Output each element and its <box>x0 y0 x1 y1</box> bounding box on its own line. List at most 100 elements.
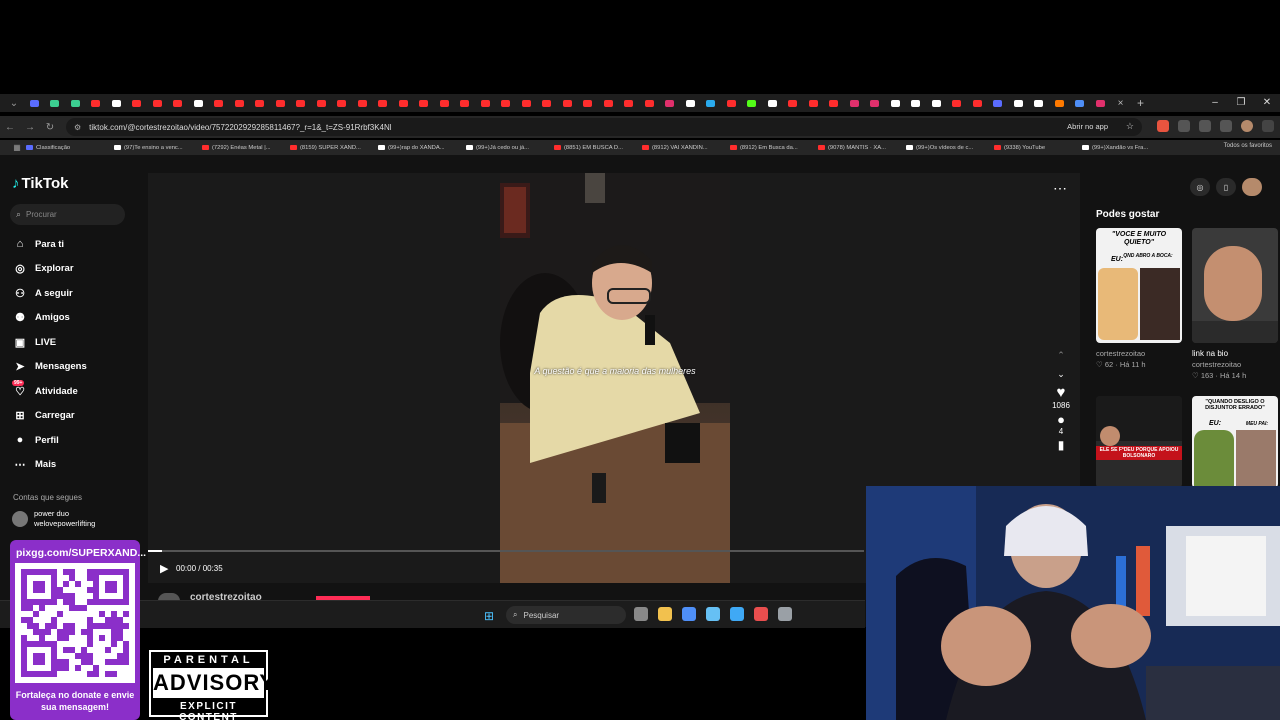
taskbar-app-icon[interactable] <box>754 607 768 621</box>
browser-tab[interactable] <box>496 94 517 112</box>
site-info-icon[interactable]: ⚙ <box>74 123 81 132</box>
browser-tab[interactable] <box>455 94 476 112</box>
new-tab-button[interactable]: + <box>1131 96 1151 110</box>
taskbar-app-icon[interactable] <box>658 607 672 621</box>
browser-tab[interactable] <box>86 94 107 112</box>
user-avatar[interactable] <box>1242 178 1262 196</box>
device-icon[interactable]: ▯ <box>1216 178 1236 196</box>
browser-tab[interactable] <box>393 94 414 112</box>
next-video-icon[interactable]: ⌄ <box>1048 369 1074 380</box>
extension-icon[interactable] <box>1157 120 1169 132</box>
video-frame[interactable] <box>500 173 730 583</box>
sidebar-item-mensagens[interactable]: ➤ Mensagens <box>12 355 140 380</box>
browser-tab[interactable] <box>1049 94 1070 112</box>
browser-tab[interactable] <box>598 94 619 112</box>
sidebar-item-live[interactable]: ▣ LIVE <box>12 330 140 355</box>
browser-tab[interactable] <box>906 94 927 112</box>
bookmark-star-icon[interactable]: ☆ <box>1126 121 1134 132</box>
search-input[interactable]: ⌕ Procurar <box>10 204 125 225</box>
play-icon[interactable]: ▶ <box>160 562 168 575</box>
browser-tab[interactable] <box>660 94 681 112</box>
reload-button[interactable]: ↻ <box>40 122 60 133</box>
browser-tab[interactable] <box>865 94 886 112</box>
tiktok-logo[interactable]: ♪ TikTok <box>12 175 68 192</box>
bookmark-item[interactable]: (99+)Os vídeos de c... <box>906 145 992 151</box>
browser-tab[interactable] <box>557 94 578 112</box>
bookmark-item[interactable]: (8912) Em Busca da... <box>730 145 816 151</box>
browser-tab[interactable] <box>168 94 189 112</box>
browser-tab[interactable] <box>680 94 701 112</box>
browser-tab[interactable] <box>147 94 168 112</box>
browser-tab[interactable] <box>106 94 127 112</box>
browser-tab[interactable] <box>475 94 496 112</box>
browser-tab[interactable] <box>352 94 373 112</box>
browser-tab[interactable] <box>967 94 988 112</box>
browser-tab[interactable] <box>291 94 312 112</box>
forward-button[interactable]: → <box>20 122 40 133</box>
bookmark-item[interactable]: (9078) MANTIS · XA... <box>818 145 904 151</box>
recommendation-thumbnail[interactable]: "QUANDO DESLIGO O DISJUNTOR ERRADO" EU: … <box>1192 396 1278 488</box>
browser-tab[interactable] <box>65 94 86 112</box>
browser-tab[interactable] <box>721 94 742 112</box>
apps-grid-icon[interactable]: ▦ <box>10 143 24 152</box>
browser-tab[interactable] <box>639 94 660 112</box>
browser-tab[interactable] <box>434 94 455 112</box>
browser-tab[interactable] <box>988 94 1009 112</box>
browser-tab[interactable] <box>229 94 250 112</box>
browser-tab[interactable] <box>311 94 332 112</box>
minimize-button[interactable]: – <box>1202 94 1228 112</box>
browser-tab[interactable] <box>24 94 45 112</box>
browser-tab[interactable] <box>762 94 783 112</box>
url-text[interactable]: tiktok.com/@cortestrezoitao/video/757220… <box>89 123 391 132</box>
close-window-button[interactable]: ✕ <box>1254 94 1280 112</box>
browser-tab[interactable] <box>250 94 271 112</box>
browser-tab[interactable] <box>885 94 906 112</box>
sidebar-item-para-ti[interactable]: ⌂ Para ti <box>12 232 140 257</box>
browser-tab[interactable] <box>516 94 537 112</box>
browser-tab[interactable] <box>783 94 804 112</box>
browser-tab[interactable] <box>844 94 865 112</box>
browser-menu-icon[interactable] <box>1262 120 1274 132</box>
browser-tab[interactable] <box>742 94 763 112</box>
browser-tab[interactable] <box>414 94 435 112</box>
close-tab-button[interactable]: × <box>1111 98 1131 109</box>
browser-tab[interactable] <box>803 94 824 112</box>
taskbar-app-icon[interactable] <box>682 607 696 621</box>
bookmark-item[interactable]: (8159) SUPER XAND... <box>290 145 376 151</box>
bookmark-icon[interactable]: ▮ <box>1048 438 1074 452</box>
start-windows-icon[interactable]: ⊞ <box>484 609 494 623</box>
browser-tab[interactable] <box>926 94 947 112</box>
downloads-icon[interactable] <box>1220 120 1232 132</box>
open-app-button[interactable]: Abrir no app <box>1067 122 1108 131</box>
address-bar[interactable]: ⚙ tiktok.com/@cortestrezoitao/video/7572… <box>66 118 1142 136</box>
sidebar-item-carregar[interactable]: ⊞ Carregar <box>12 404 140 429</box>
taskbar-app-icon[interactable] <box>778 607 792 621</box>
bookmark-item[interactable]: (99+)Xandão vs Fra... <box>1082 145 1168 151</box>
video-progress-track[interactable] <box>148 550 864 552</box>
maximize-button[interactable]: ❐ <box>1228 94 1254 112</box>
browser-tab[interactable] <box>619 94 640 112</box>
browser-tab[interactable] <box>701 94 722 112</box>
extensions-puzzle-icon[interactable] <box>1178 120 1190 132</box>
browser-tab[interactable] <box>332 94 353 112</box>
taskbar-search[interactable]: ⌕ Pesquisar <box>506 606 626 624</box>
browser-tab[interactable] <box>1008 94 1029 112</box>
browser-tab[interactable] <box>947 94 968 112</box>
browser-tab[interactable] <box>127 94 148 112</box>
profile-avatar[interactable] <box>1241 120 1253 132</box>
more-options-icon[interactable]: ⋯ <box>1053 180 1067 197</box>
sidebar-item-mais[interactable]: ⋯ Mais <box>12 453 140 478</box>
taskbar-app-icon[interactable] <box>706 607 720 621</box>
coins-icon[interactable]: ◎ <box>1190 178 1210 196</box>
browser-tab[interactable] <box>373 94 394 112</box>
browser-tab[interactable] <box>1029 94 1050 112</box>
browser-tab[interactable] <box>209 94 230 112</box>
bookmark-item[interactable]: (9338) YouTube <box>994 145 1080 151</box>
tab-list-button[interactable]: ⌄ <box>4 98 24 109</box>
following-item[interactable]: power duo welovepowerlifting <box>12 509 95 529</box>
bookmark-item[interactable]: (8912) VAI XANDIN... <box>642 145 728 151</box>
taskbar-app-icon[interactable] <box>730 607 744 621</box>
sidebar-item-a-seguir[interactable]: ⚇ A seguir <box>12 281 140 306</box>
browser-tab[interactable] <box>270 94 291 112</box>
bookmark-item[interactable]: (99+)rap do XANDÃ... <box>378 145 464 151</box>
